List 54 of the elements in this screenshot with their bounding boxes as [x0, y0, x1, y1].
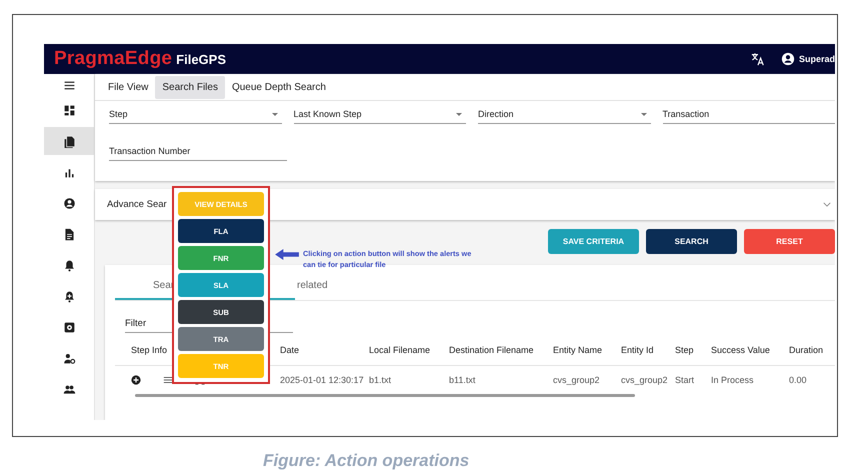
table-cell-text: Start — [675, 375, 696, 385]
account-icon — [62, 196, 76, 210]
dropdown-field[interactable]: Transaction — [662, 105, 835, 124]
chevron-icon — [823, 202, 831, 207]
table-cell-text: cvs_group2 — [553, 375, 601, 385]
action-button[interactable]: RESET — [744, 229, 835, 254]
table-cell-text: cvs_group2 — [621, 375, 669, 385]
files-icon — [62, 134, 76, 148]
user-name[interactable]: Superad — [798, 54, 835, 64]
account-icon[interactable] — [780, 52, 795, 66]
page-tab[interactable]: Queue Depth Search — [224, 76, 333, 98]
panel-title: Advance Sear — [107, 199, 167, 210]
menu-icon[interactable] — [163, 375, 173, 385]
input-field[interactable]: Transaction Number — [109, 142, 287, 161]
column-header: Entity Id — [621, 345, 655, 355]
sidebar-item[interactable] — [44, 127, 94, 155]
product-name: FileGPS — [176, 52, 226, 66]
table-cell-text: b11.txt — [449, 375, 476, 385]
column-header: Date — [280, 345, 300, 355]
column-header: Step — [675, 345, 695, 355]
scrollbar[interactable] — [135, 394, 635, 397]
people-icon — [62, 382, 76, 396]
table-cell-text: 2025-01-01 12:30:17 — [280, 375, 365, 385]
column-header: Success Value — [711, 345, 771, 355]
column-header: Destination Filename — [449, 345, 535, 355]
arrow-icon — [275, 249, 299, 260]
bell-plus-icon — [62, 290, 76, 302]
menu-icon[interactable] — [62, 79, 76, 92]
brand-logo: PragmaEdge — [54, 48, 172, 70]
table-cell-text: 0.00 — [789, 375, 808, 385]
dashboard-icon — [62, 104, 76, 116]
table-cell-text: In Process — [711, 375, 755, 385]
dropdown-field[interactable]: Step — [109, 105, 282, 124]
user-gear-icon — [62, 352, 76, 364]
translate-icon[interactable] — [750, 52, 765, 66]
table-cell-text: b1.txt — [369, 375, 392, 385]
column-header: Duration — [789, 345, 824, 355]
column-header: Entity Name — [553, 345, 604, 355]
page-tab[interactable]: File View — [101, 76, 156, 98]
dropdown-field[interactable]: Last Known Step — [294, 105, 466, 124]
page-tab[interactable]: Search Files — [155, 76, 225, 98]
caret-icon — [640, 112, 646, 116]
column-header: Step Info — [131, 345, 168, 355]
column-header: Local Filename — [369, 345, 432, 355]
settings-icon — [62, 320, 76, 334]
document-icon — [62, 228, 76, 240]
caret-icon — [272, 112, 278, 116]
dropdown-field[interactable]: Direction — [478, 105, 650, 124]
results-tab[interactable]: related — [297, 280, 397, 300]
figure-caption: Figure: Action operations — [263, 451, 470, 471]
bell-icon — [62, 258, 76, 272]
action-button[interactable]: SEARCH — [646, 229, 737, 254]
plus-circle-icon[interactable] — [131, 375, 141, 385]
caret-icon — [456, 112, 462, 116]
